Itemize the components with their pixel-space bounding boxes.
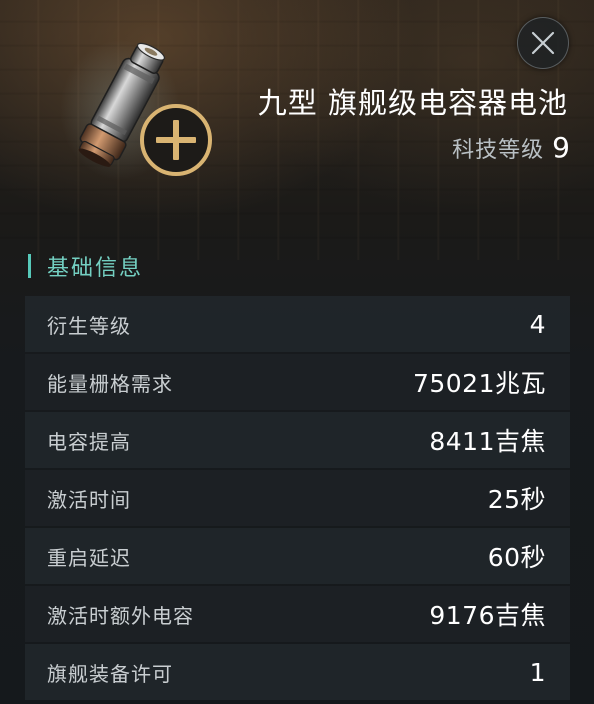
section-accent-bar: [28, 254, 31, 278]
section-title: 基础信息: [47, 256, 144, 281]
attribute-value: 1: [529, 657, 546, 687]
attribute-row: 旗舰装备许可 1: [25, 644, 570, 700]
attribute-value: 8411吉焦: [429, 427, 546, 456]
attribute-label: 激活时额外电容: [47, 603, 194, 628]
close-icon: [531, 31, 555, 55]
attribute-row: 能量栅格需求 75021兆瓦: [25, 354, 570, 410]
plus-icon: [140, 104, 212, 176]
attribute-label: 能量栅格需求: [47, 371, 173, 396]
attribute-value: 25秒: [487, 485, 546, 514]
attribute-row: 激活时额外电容 9176吉焦: [25, 586, 570, 642]
attribute-table: 衍生等级 4 能量栅格需求 75021兆瓦 电容提高 8411吉焦 激活时间 2…: [25, 296, 570, 702]
item-title: 九型 旗舰级电容器电池: [257, 86, 568, 120]
tech-level: 科技等级 9: [452, 131, 570, 164]
tech-level-value: 9: [552, 131, 570, 164]
section-header: 基础信息: [28, 250, 143, 282]
attribute-label: 重启延迟: [47, 545, 131, 570]
attribute-value: 9176吉焦: [429, 601, 546, 630]
item-image: [60, 30, 230, 190]
attribute-label: 旗舰装备许可: [47, 661, 173, 686]
attribute-label: 衍生等级: [47, 313, 131, 338]
attribute-value: 4: [529, 309, 546, 339]
attribute-row: 衍生等级 4: [25, 296, 570, 352]
attribute-label: 激活时间: [47, 487, 131, 512]
tech-level-label: 科技等级: [452, 138, 545, 163]
attribute-label: 电容提高: [47, 429, 131, 454]
attribute-value: 60秒: [487, 543, 546, 572]
attribute-row: 电容提高 8411吉焦: [25, 412, 570, 468]
attribute-value: 75021兆瓦: [412, 369, 546, 398]
attribute-row: 重启延迟 60秒: [25, 528, 570, 584]
attribute-row: 激活时间 25秒: [25, 470, 570, 526]
close-button[interactable]: [517, 17, 569, 69]
